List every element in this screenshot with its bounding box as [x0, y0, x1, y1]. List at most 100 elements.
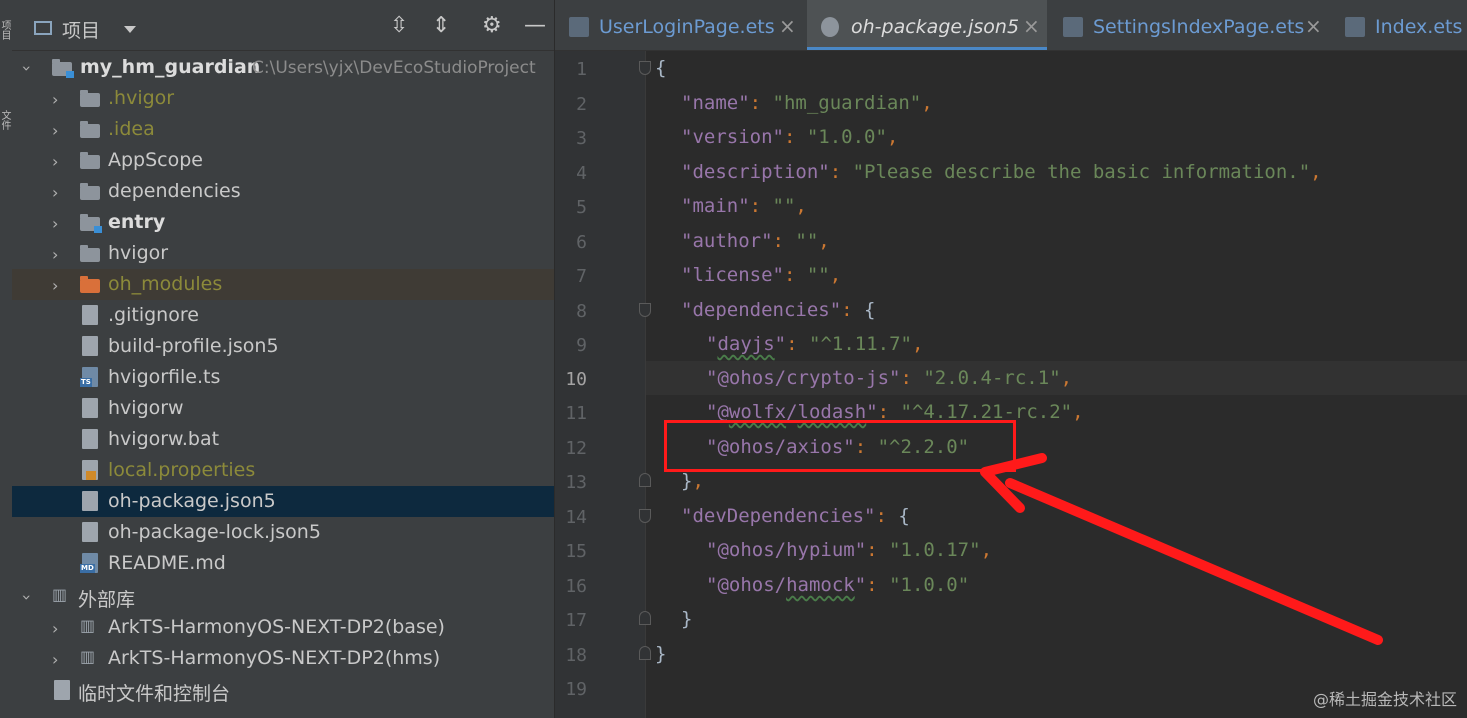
- tab-userloginpage[interactable]: UserLoginPage.ets ×: [555, 0, 805, 50]
- tree-item-hvigorw-bat[interactable]: hvigorw.bat: [12, 424, 554, 455]
- tree-item-sdk-hms[interactable]: › ▥ ArkTS-HarmonyOS-NEXT-DP2(hms): [12, 643, 554, 674]
- tree-item-label: hvigorw.bat: [108, 428, 220, 450]
- file-tool-window-tab[interactable]: 文件: [0, 110, 12, 130]
- fold-end-marker-icon[interactable]: [639, 646, 651, 660]
- chevron-right-icon[interactable]: ›: [52, 152, 58, 171]
- chevron-right-icon[interactable]: ›: [52, 276, 58, 295]
- chevron-right-icon[interactable]: ›: [52, 619, 58, 638]
- tree-item-label: README.md: [108, 552, 226, 574]
- line-number-gutter[interactable]: 1 2 3 4 5 6 7 8 9 10 11 12 13 14 15 16 1…: [555, 51, 651, 718]
- project-panel: 项目 ⇳ ⇕ ⚙ — › my_hm_guardian C:\Users\yjx…: [12, 0, 554, 718]
- line-number: 1: [576, 59, 587, 80]
- folder-icon: [80, 90, 100, 107]
- tree-item-oh-package-json5[interactable]: oh-package.json5: [12, 486, 554, 517]
- fold-end-marker-icon[interactable]: [639, 611, 651, 625]
- tree-item-readme[interactable]: MD README.md: [12, 548, 554, 579]
- json-value: "": [806, 264, 830, 286]
- json-key: dayjs: [717, 333, 775, 355]
- tree-item-sdk-base[interactable]: › ▥ ArkTS-HarmonyOS-NEXT-DP2(base): [12, 612, 554, 643]
- tree-item-label: entry: [108, 211, 166, 233]
- close-icon[interactable]: ×: [1305, 14, 1322, 38]
- expand-all-icon[interactable]: ⇳: [390, 14, 408, 38]
- chevron-right-icon[interactable]: ›: [52, 183, 58, 202]
- json-value: "1.0.0": [889, 574, 970, 596]
- tree-item-label: hvigor: [108, 242, 169, 264]
- tree-item-hvigorfile[interactable]: TS hvigorfile.ts: [12, 362, 554, 393]
- project-panel-title[interactable]: 项目: [62, 16, 100, 43]
- chevron-down-icon[interactable]: ›: [18, 594, 37, 600]
- ets-file-icon: [1345, 17, 1365, 37]
- tree-item-hvigor[interactable]: › hvigor: [12, 238, 554, 269]
- line-number: 9: [576, 335, 587, 356]
- module-folder-icon: [80, 214, 102, 233]
- tree-item-oh-modules[interactable]: › oh_modules: [12, 269, 554, 300]
- tree-external-libraries[interactable]: › ▥ 外部库: [12, 581, 554, 612]
- sdk-library-icon: ▥: [80, 647, 96, 666]
- fold-marker-icon[interactable]: [639, 303, 651, 317]
- tree-item-label: ArkTS-HarmonyOS-NEXT-DP2(hms): [108, 647, 441, 669]
- highlight-box: [664, 420, 1016, 472]
- chevron-down-icon[interactable]: ›: [18, 65, 37, 71]
- code-editor[interactable]: 1 2 3 4 5 6 7 8 9 10 11 12 13 14 15 16 1…: [555, 51, 1467, 718]
- tree-item-label: 外部库: [78, 589, 136, 611]
- tree-item-local-properties[interactable]: local.properties: [12, 455, 554, 486]
- project-root-path: C:\Users\yjx\DevEcoStudioProject: [252, 58, 536, 78]
- gear-icon[interactable]: ⚙: [482, 14, 502, 38]
- ets-file-icon: [569, 17, 589, 37]
- fold-marker-icon[interactable]: [639, 61, 651, 75]
- tree-item-label: .hvigor: [108, 87, 175, 109]
- chevron-right-icon[interactable]: ›: [52, 90, 58, 109]
- close-icon[interactable]: ×: [1023, 14, 1040, 38]
- close-icon[interactable]: ×: [779, 14, 796, 38]
- tree-item-label: .idea: [108, 118, 155, 140]
- code-line: "version": "1.0.0",: [681, 126, 899, 148]
- tree-item-appscope[interactable]: › AppScope: [12, 145, 554, 176]
- json-key: ": [774, 333, 787, 355]
- line-number: 12: [565, 438, 587, 459]
- code-line: "main": "",: [681, 195, 807, 217]
- tree-item-dependencies[interactable]: › dependencies: [12, 176, 554, 207]
- folder-icon: [80, 152, 100, 169]
- code-line: "@ohos/hamock": "1.0.0": [706, 574, 970, 596]
- tree-item-entry[interactable]: › entry: [12, 207, 554, 238]
- tab-label: Index.ets: [1375, 16, 1463, 38]
- code-line: "@ohos/crypto-js": "2.0.4-rc.1",: [706, 367, 1073, 389]
- collapse-all-icon[interactable]: ⇕: [432, 14, 450, 38]
- json-file-icon: [82, 522, 98, 542]
- tab-settingsindexpage[interactable]: SettingsIndexPage.ets ×: [1049, 0, 1331, 50]
- tree-item-oh-package-lock[interactable]: oh-package-lock.json5: [12, 517, 554, 548]
- ets-file-icon: [1063, 17, 1083, 37]
- tree-root-project[interactable]: › my_hm_guardian C:\Users\yjx\DevEcoStud…: [12, 52, 554, 83]
- chevron-right-icon[interactable]: ›: [52, 121, 58, 140]
- tree-item-gitignore[interactable]: .gitignore: [12, 300, 554, 331]
- tree-item-idea[interactable]: › .idea: [12, 114, 554, 145]
- tab-oh-package-json5[interactable]: oh-package.json5 ×: [807, 0, 1047, 50]
- markdown-file-icon: MD: [80, 553, 98, 573]
- json-key: "@ohos/: [706, 574, 787, 596]
- chevron-right-icon[interactable]: ›: [52, 650, 58, 669]
- tree-item-build-profile[interactable]: build-profile.json5: [12, 331, 554, 362]
- hide-panel-icon[interactable]: —: [524, 14, 546, 38]
- fold-end-marker-icon[interactable]: [639, 473, 651, 487]
- line-number-current: 10: [565, 369, 587, 390]
- chevron-down-icon[interactable]: [124, 26, 136, 33]
- project-view-icon[interactable]: [34, 21, 52, 35]
- tab-index[interactable]: Index.ets: [1331, 0, 1467, 50]
- tree-item-label: .gitignore: [108, 304, 199, 326]
- code-line: }: [681, 608, 693, 630]
- line-number: 5: [576, 197, 587, 218]
- tree-item-hvigorw[interactable]: hvigorw: [12, 393, 554, 424]
- folder-icon: [80, 121, 100, 138]
- line-number: 6: [576, 232, 587, 253]
- tree-item-hvigor-dot[interactable]: › .hvigor: [12, 83, 554, 114]
- json-key: "version": [681, 126, 784, 148]
- json-file-icon: [82, 336, 98, 356]
- chevron-right-icon[interactable]: ›: [52, 245, 58, 264]
- json-key: "main": [681, 195, 750, 217]
- line-number: 19: [565, 679, 587, 700]
- tree-scratches-consoles[interactable]: 临时文件和控制台: [12, 675, 554, 706]
- fold-marker-icon[interactable]: [639, 509, 651, 523]
- project-tool-window-tab[interactable]: 项目: [0, 20, 12, 40]
- library-icon: ▥: [52, 585, 68, 604]
- chevron-right-icon[interactable]: ›: [52, 214, 58, 233]
